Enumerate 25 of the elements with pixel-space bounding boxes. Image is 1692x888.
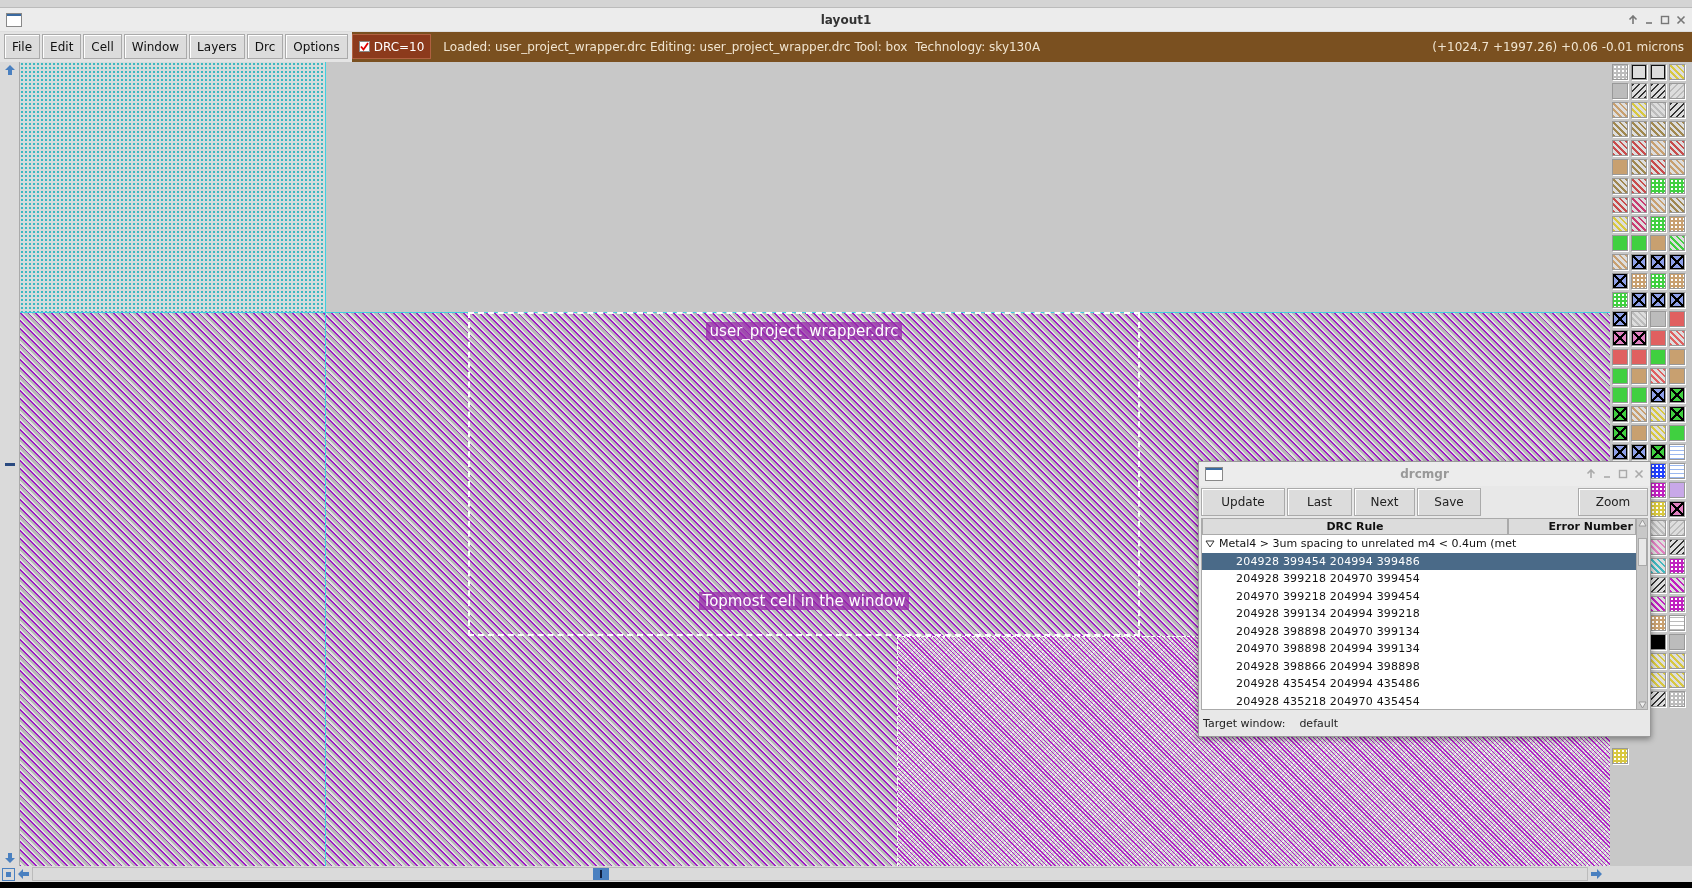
cell-caption-label: Topmost cell in the window — [698, 592, 910, 610]
toolbar-button[interactable]: Last — [1287, 488, 1352, 516]
column-header: Error Number — [1508, 519, 1636, 535]
menu-button[interactable]: Drc — [246, 34, 284, 59]
target-window-value: default — [1299, 716, 1339, 730]
menu-button[interactable]: Layers — [189, 34, 245, 59]
toolbar-button[interactable]: Next — [1354, 488, 1415, 516]
cursor-coordinates: (+1024.7 +1997.26) +0.06 -0.01 microns — [1432, 40, 1685, 54]
menu-button[interactable]: Options — [285, 34, 348, 59]
target-window-label: Target window: — [1203, 716, 1286, 730]
error-row[interactable]: 204928 399454 204994 399486 — [1202, 552, 1636, 570]
menu-button[interactable]: Cell — [83, 34, 122, 59]
window-title: layout1 — [820, 12, 872, 27]
menu-button[interactable]: File — [4, 34, 41, 59]
status-message: Loaded: user_project_wrapper.drc Editing: user_project_wrapper.drc Tool: box Technology: sky130A — [442, 40, 1041, 54]
cell-name-label: user_project_wrapper.drc — [705, 322, 903, 340]
menu-button[interactable]: Window — [123, 34, 188, 59]
window-title: drcmgr — [1400, 467, 1449, 481]
toolbar-button[interactable]: Save — [1417, 488, 1481, 516]
toolbar-button[interactable]: Zoom — [1578, 488, 1648, 516]
toolbar-button[interactable]: Update — [1201, 488, 1285, 516]
rule-text: Metal4 > 3um spacing to unrelated m4 < 0.4um (met — [1219, 537, 1517, 551]
column-header: DRC Rule — [1202, 519, 1508, 535]
drc-checkbox[interactable]: DRC=10 — [351, 34, 432, 59]
menu-button[interactable]: Edit — [42, 34, 82, 59]
